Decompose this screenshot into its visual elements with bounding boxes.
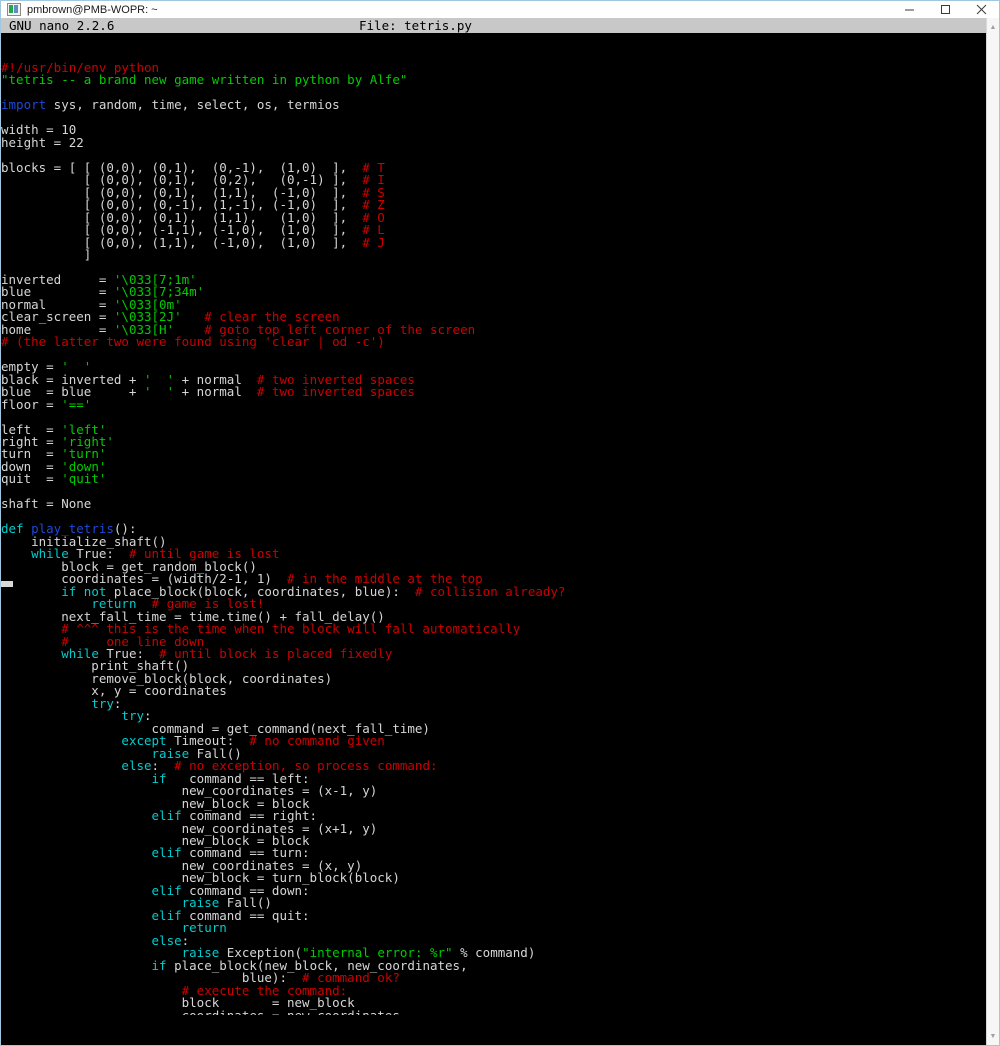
code-line: [ (0,0), (1,1), (-1,0), (1,0) ], # J: [1, 237, 986, 249]
code-line: quit = 'quit': [1, 473, 986, 485]
code-line: [1, 411, 986, 423]
nano-filename-label: File: tetris.py: [359, 18, 472, 33]
code-line: left = 'left': [1, 424, 986, 436]
terminal-icon: [7, 3, 21, 16]
code-line: # (the latter two were found using 'clea…: [1, 336, 986, 348]
code-token: '==': [61, 397, 91, 412]
code-token: # until block is placed fixedly: [159, 646, 392, 661]
scroll-up-arrow-icon[interactable]: ▲: [987, 20, 999, 34]
code-token: # two inverted spaces: [257, 384, 415, 399]
window-controls: [891, 1, 999, 18]
nano-shortcut-bar: ^G Get Help^O WriteOut^R Read File^Y Pre…: [1, 1015, 986, 1045]
code-editor-area[interactable]: #!/usr/bin/env python"tetris -- a brand …: [1, 33, 986, 1019]
code-token: 'quit': [61, 471, 106, 486]
code-token: height = 22: [1, 135, 84, 150]
code-token: sys, random, time, select, os, termios: [46, 97, 340, 112]
window-titlebar[interactable]: pmbrown@PMB-WOPR: ~: [1, 1, 999, 18]
code-line: width = 10: [1, 124, 986, 136]
terminal-body[interactable]: GNU nano 2.2.6 File: tetris.py #!/usr/bi…: [1, 18, 986, 1045]
code-line: down = 'down': [1, 461, 986, 473]
code-token: ' ': [144, 384, 174, 399]
code-line: x, y = coordinates: [1, 685, 986, 697]
code-line: ]: [1, 249, 986, 261]
code-token: ]: [1, 247, 91, 262]
nano-header-bar: GNU nano 2.2.6 File: tetris.py: [1, 18, 986, 33]
terminal-window: pmbrown@PMB-WOPR: ~ GNU nano 2.2.6 File:…: [0, 0, 1000, 1046]
code-line: [1, 349, 986, 361]
minimize-icon[interactable]: [891, 1, 927, 18]
code-line: floor = '==': [1, 399, 986, 411]
code-token: floor =: [1, 397, 61, 412]
code-token: "tetris -- a brand new game written in p…: [1, 72, 407, 87]
code-line: blue = blue + ' ' + normal # two inverte…: [1, 386, 986, 398]
code-line: turn = 'turn': [1, 448, 986, 460]
window-title: pmbrown@PMB-WOPR: ~: [27, 4, 158, 16]
code-token: quit =: [1, 471, 61, 486]
nano-version-label: GNU nano 2.2.6: [9, 18, 114, 33]
text-cursor: [1, 581, 13, 587]
code-line: shaft = None: [1, 498, 986, 510]
code-line: [1, 112, 986, 124]
code-token: # no command given: [249, 733, 384, 748]
code-line: import sys, random, time, select, os, te…: [1, 99, 986, 111]
code-line: height = 22: [1, 137, 986, 149]
close-icon[interactable]: [963, 1, 999, 18]
scroll-down-arrow-icon[interactable]: ▼: [987, 1029, 999, 1043]
code-token: shaft = None: [1, 496, 91, 511]
code-token: + normal: [174, 384, 257, 399]
code-token: # (the latter two were found using 'clea…: [1, 334, 385, 349]
code-line: "tetris -- a brand new game written in p…: [1, 74, 986, 86]
code-line: [1, 486, 986, 498]
vertical-scrollbar[interactable]: ▲ ▼: [986, 18, 999, 1045]
code-token: # J: [362, 235, 385, 250]
code-line: right = 'right': [1, 436, 986, 448]
code-line: [1, 511, 986, 523]
code-token: # collision already?: [415, 584, 566, 599]
maximize-icon[interactable]: [927, 1, 963, 18]
